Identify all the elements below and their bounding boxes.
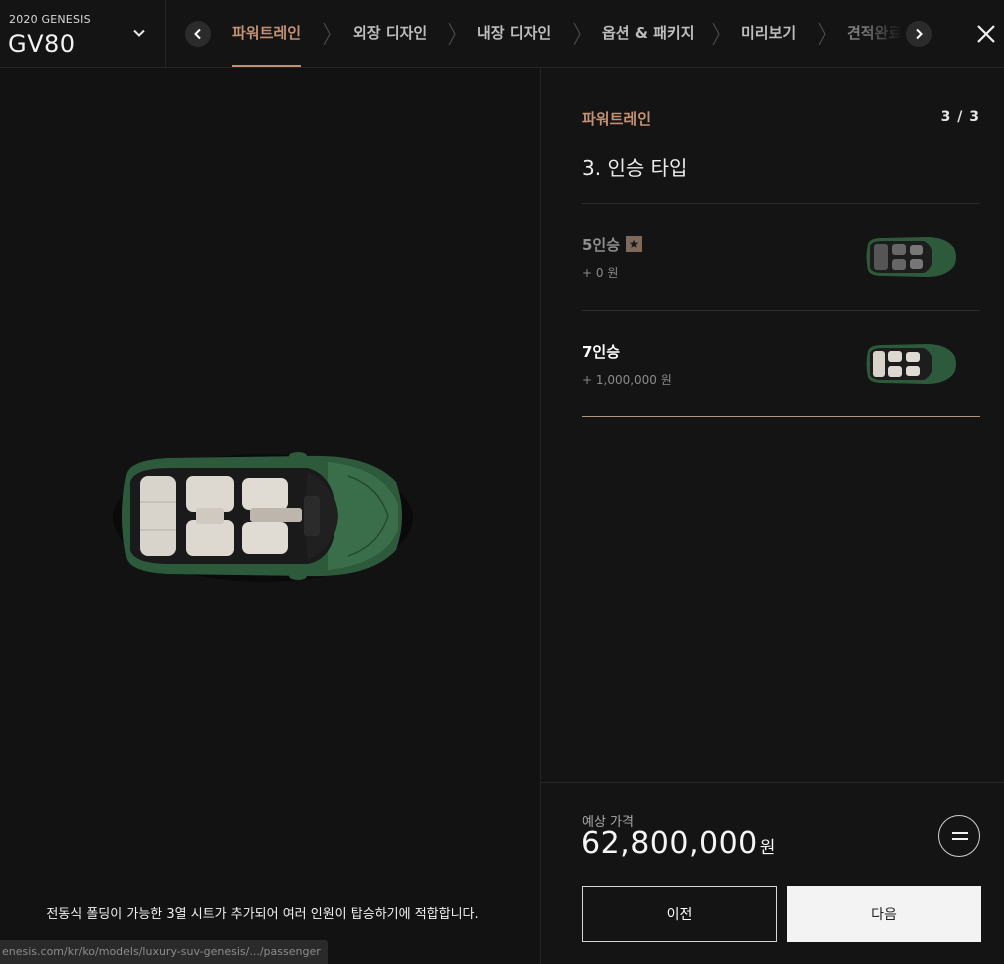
model-selector[interactable]: 2020 GENESIS GV80 [0, 0, 166, 67]
option-7-seater[interactable]: 7인승 + 1,000,000 원 [582, 311, 980, 417]
tab-powertrain[interactable]: 파워트레인 [232, 0, 302, 67]
option-panel: 파워트레인 3 / 3 3. 인승 타입 5인승 + 0 원 7인승 + 1,0… [540, 68, 1004, 964]
divider [541, 782, 1004, 783]
next-button[interactable]: 다음 [787, 886, 981, 942]
configurator-header: 2020 GENESIS GV80 파워트레인 외장 디자인 내장 디자인 옵션… [0, 0, 1004, 68]
option-5-seater[interactable]: 5인승 + 0 원 [582, 204, 980, 311]
car-5-seater-thumbnail [866, 237, 956, 277]
recommended-badge-icon [626, 236, 643, 252]
tab-interior[interactable]: 내장 디자인 [477, 0, 551, 67]
model-name: GV80 [8, 30, 76, 58]
car-viewer: 전동식 폴딩이 가능한 3열 시트가 추가되어 여러 인원이 탑승하기에 적합합… [0, 68, 540, 964]
section-label: 파워트레인 [582, 110, 652, 128]
status-bar-url: enesis.com/kr/ko/models/luxury-suv-genes… [0, 940, 328, 964]
car-7-seater-thumbnail [866, 344, 956, 384]
chevron-down-icon [133, 29, 145, 37]
option-name: 5인승 [582, 234, 643, 255]
tab-separator-icon [818, 22, 826, 46]
estimated-price: 62,800,000 원 [581, 826, 776, 861]
tab-quote-complete[interactable]: 견적완료 [847, 0, 902, 67]
tab-preview[interactable]: 미리보기 [741, 0, 796, 67]
tab-separator-icon [573, 22, 581, 46]
model-year: 2020 GENESIS [9, 13, 91, 26]
tab-separator-icon [712, 22, 720, 46]
prev-button[interactable]: 이전 [582, 886, 777, 942]
step-title: 3. 인승 타입 [582, 156, 688, 180]
car-top-view-image [113, 452, 413, 582]
tab-separator-icon [323, 22, 331, 46]
option-price: + 1,000,000 원 [582, 373, 672, 387]
tabs-next-button[interactable] [906, 21, 932, 47]
option-price: + 0 원 [582, 266, 619, 280]
tab-options[interactable]: 옵션 & 패키지 [602, 0, 695, 67]
summary-menu-button[interactable] [938, 815, 980, 857]
tabs-prev-button[interactable] [185, 21, 211, 47]
option-description: 전동식 폴딩이 가능한 3열 시트가 추가되어 여러 인원이 탑승하기에 적합합… [46, 907, 479, 922]
step-tabs: 파워트레인 외장 디자인 내장 디자인 옵션 & 패키지 미리보기 견적완료 [214, 0, 902, 67]
tab-exterior[interactable]: 외장 디자인 [353, 0, 427, 67]
chevron-left-icon [194, 28, 201, 40]
step-counter: 3 / 3 [940, 109, 980, 125]
tab-separator-icon [448, 22, 456, 46]
equals-icon [952, 832, 968, 840]
chevron-right-icon [916, 28, 923, 40]
option-name: 7인승 [582, 343, 621, 361]
close-icon[interactable] [972, 20, 1000, 48]
